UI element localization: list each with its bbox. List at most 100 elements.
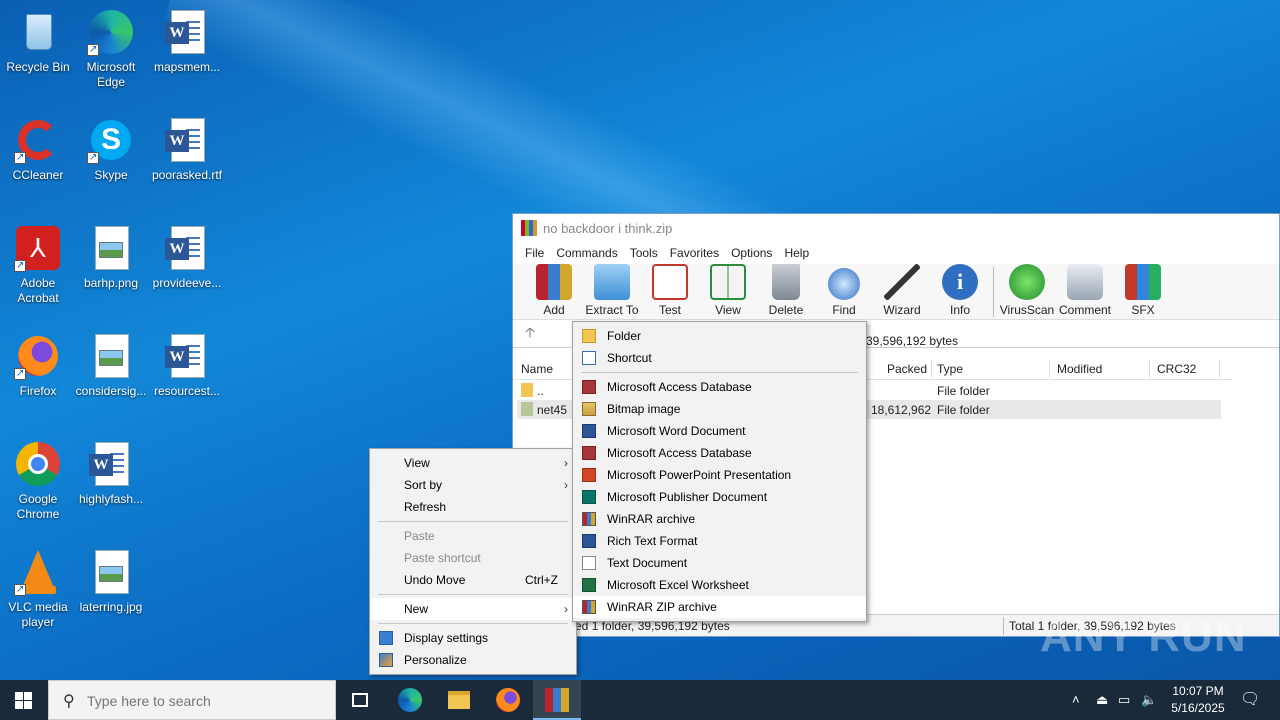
new-rich-text-format[interactable]: Rich Text Format <box>573 530 866 552</box>
chevron-right-icon: › <box>564 456 568 470</box>
menu-file[interactable]: File <box>519 246 550 260</box>
menu-item-label: Shortcut <box>607 351 652 365</box>
find-button[interactable]: Find <box>815 268 873 319</box>
desktop-icon-poorasked[interactable]: W poorasked.rtf <box>149 116 225 183</box>
view-icon <box>710 264 746 300</box>
column-crc32[interactable]: CRC32 <box>1157 362 1196 376</box>
delete-button[interactable]: Delete <box>757 264 815 319</box>
taskbar: ⚲ ˄ ⏏ ▭ 🔈 10:07 PM 5/16/2025 🗨 <box>0 680 1280 720</box>
menu-tools[interactable]: Tools <box>624 246 664 260</box>
file-name: net45 <box>537 403 568 417</box>
column-type[interactable]: Type <box>937 362 963 376</box>
desktop-icon-chrome[interactable]: Google Chrome <box>0 440 76 522</box>
new-shortcut[interactable]: Shortcut <box>573 347 866 369</box>
column-modified[interactable]: Modified <box>1057 362 1102 376</box>
shortcut-icon <box>582 351 596 365</box>
start-button[interactable] <box>0 680 48 720</box>
desktop-icon-barhp[interactable]: barhp.png <box>73 224 149 291</box>
desktop-icon-provideeve[interactable]: W provideeve... <box>149 224 225 291</box>
winrar-zip-icon <box>582 600 596 614</box>
extract-to-button[interactable]: Extract To <box>583 264 641 319</box>
desktop-icon-highlyfash[interactable]: W highlyfash... <box>73 440 149 507</box>
new-access-database[interactable]: Microsoft Access Database <box>573 376 866 398</box>
desktop-icon-laterring[interactable]: laterring.jpg <box>73 548 149 615</box>
menu-item-label: Refresh <box>404 500 447 514</box>
winrar-icon <box>521 220 537 236</box>
menu-item-view[interactable]: View › <box>370 452 576 474</box>
new-word-document[interactable]: Microsoft Word Document <box>573 420 866 442</box>
new-folder[interactable]: Folder <box>573 325 866 347</box>
bug-icon <box>1009 264 1045 300</box>
desktop-icon-mapsmem[interactable]: W mapsmem... <box>149 8 225 75</box>
menu-item-display-settings[interactable]: Display settings <box>370 627 576 649</box>
desktop-icon-recycle-bin[interactable]: Recycle Bin <box>0 8 76 75</box>
taskbar-file-explorer[interactable] <box>435 680 483 720</box>
skype-icon: S <box>87 116 135 165</box>
winrar-icon <box>545 688 569 712</box>
chevron-up-icon[interactable]: ˄ <box>1072 680 1080 720</box>
menu-item-paste-shortcut: Paste shortcut <box>370 547 576 569</box>
up-arrow-icon[interactable]: 🡡 <box>525 322 541 346</box>
test-button[interactable]: Test <box>641 264 699 319</box>
new-bitmap-image[interactable]: Bitmap image <box>573 398 866 420</box>
menu-item-undo-move[interactable]: Undo Move Ctrl+Z <box>370 569 576 591</box>
desktop-icon-vlc[interactable]: VLC media player <box>0 548 76 630</box>
menu-item-label: Rich Text Format <box>607 534 698 548</box>
view-button[interactable]: View <box>699 264 757 319</box>
toolbar-label: VirusScan <box>999 303 1055 317</box>
menu-item-label: Microsoft PowerPoint Presentation <box>607 468 792 482</box>
menu-item-label: Display settings <box>404 631 489 645</box>
test-icon <box>652 264 688 300</box>
desktop-icon-firefox[interactable]: Firefox <box>0 332 76 399</box>
network-icon[interactable]: ▭ <box>1118 680 1130 720</box>
desktop-icon-ccleaner[interactable]: CCleaner <box>0 116 76 183</box>
usb-icon[interactable]: ⏏ <box>1096 680 1108 720</box>
virusscan-button[interactable]: VirusScan <box>998 264 1056 319</box>
volume-icon[interactable]: 🔈 <box>1141 680 1157 720</box>
menu-item-sort-by[interactable]: Sort by › <box>370 474 576 496</box>
window-titlebar[interactable]: no backdoor i think.zip <box>513 214 1279 242</box>
desktop-icon-resourcest[interactable]: W resourcest... <box>149 332 225 399</box>
taskbar-winrar[interactable] <box>533 680 581 720</box>
column-name[interactable]: Name <box>521 362 553 376</box>
desktop-icon-label: Microsoft Edge <box>86 60 136 89</box>
wizard-button[interactable]: Wizard <box>873 264 931 319</box>
file-type: File folder <box>937 403 990 417</box>
menu-favorites[interactable]: Favorites <box>664 246 725 260</box>
new-winrar-archive[interactable]: WinRAR archive <box>573 508 866 530</box>
taskbar-edge[interactable] <box>386 680 434 720</box>
desktop-icon-edge[interactable]: Microsoft Edge <box>73 8 149 90</box>
menu-item-label: Microsoft Access Database <box>607 380 752 394</box>
menu-item-new[interactable]: New › <box>370 598 576 620</box>
menu-item-refresh[interactable]: Refresh <box>370 496 576 518</box>
info-button[interactable]: i Info <box>931 264 989 319</box>
clock[interactable]: 10:07 PM 5/16/2025 <box>1160 683 1236 717</box>
sfx-button[interactable]: SFX <box>1114 264 1172 319</box>
menu-item-label: Microsoft Access Database <box>607 446 752 460</box>
new-excel-worksheet[interactable]: Microsoft Excel Worksheet <box>573 574 866 596</box>
menu-item-personalize[interactable]: Personalize <box>370 649 576 671</box>
file-name: .. <box>537 384 544 398</box>
new-winrar-zip-archive[interactable]: WinRAR ZIP archive <box>573 596 866 618</box>
desktop-icon-considersig[interactable]: considersig... <box>73 332 149 399</box>
desktop-icon-acrobat[interactable]: ⅄ Adobe Acrobat <box>0 224 76 306</box>
desktop-icon-skype[interactable]: S Skype <box>73 116 149 183</box>
comment-button[interactable]: Comment <box>1056 264 1114 319</box>
taskbar-search[interactable]: ⚲ <box>48 680 336 720</box>
desktop-icon-label: highlyfash... <box>78 492 144 506</box>
menu-options[interactable]: Options <box>725 246 778 260</box>
shortcut-text: Ctrl+Z <box>525 573 558 587</box>
search-input[interactable] <box>87 690 317 712</box>
new-text-document[interactable]: Text Document <box>573 552 866 574</box>
taskbar-firefox[interactable] <box>484 680 532 720</box>
new-access-database-2[interactable]: Microsoft Access Database <box>573 442 866 464</box>
menu-commands[interactable]: Commands <box>550 246 623 260</box>
add-button[interactable]: Add <box>525 264 583 319</box>
new-publisher-document[interactable]: Microsoft Publisher Document <box>573 486 866 508</box>
column-packed[interactable]: Packed <box>887 362 927 376</box>
new-powerpoint-presentation[interactable]: Microsoft PowerPoint Presentation <box>573 464 866 486</box>
task-view-button[interactable] <box>336 680 384 720</box>
toolbar-label: SFX <box>1131 303 1155 317</box>
menu-help[interactable]: Help <box>778 246 815 260</box>
notification-icon[interactable]: 🗨 <box>1240 680 1260 720</box>
